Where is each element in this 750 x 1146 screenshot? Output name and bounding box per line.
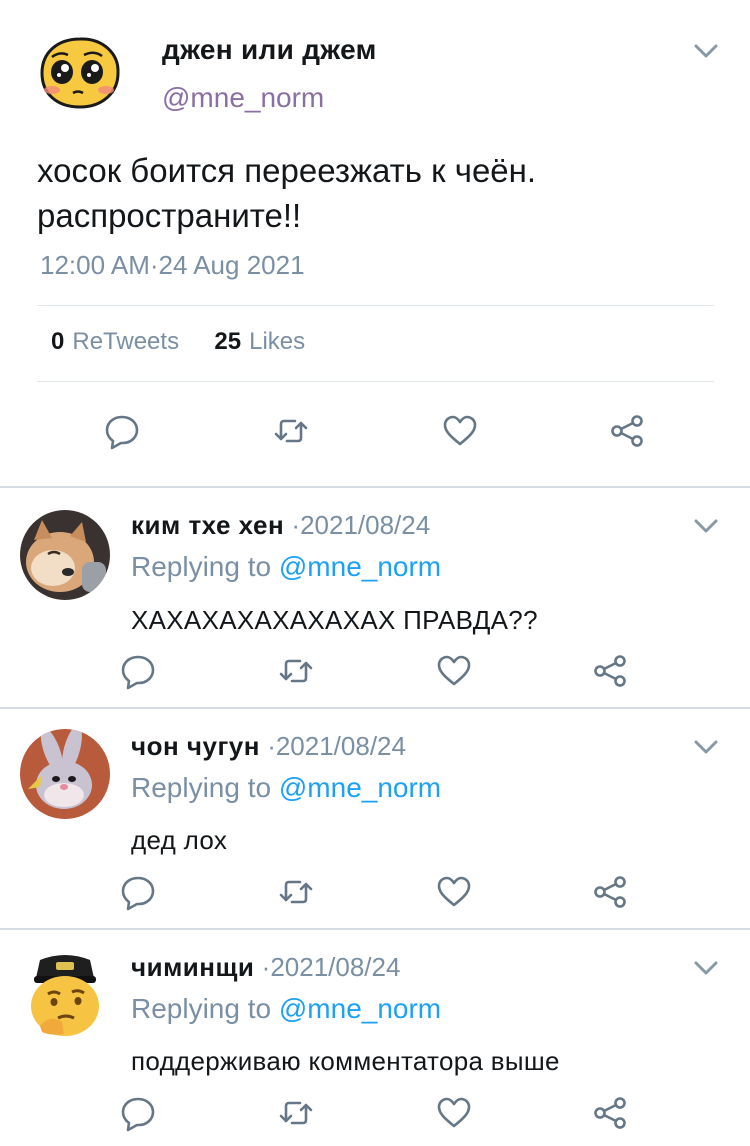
author-name[interactable]: джен или джем xyxy=(162,34,377,66)
tweet-timestamp[interactable]: 12:00 AM·24 Aug 2021 xyxy=(40,250,305,281)
chevron-down-icon[interactable] xyxy=(692,515,720,537)
reply-actions xyxy=(0,1093,750,1133)
share-icon[interactable] xyxy=(590,651,630,691)
reply-avatar[interactable] xyxy=(20,948,110,1038)
chevron-down-icon[interactable] xyxy=(692,957,720,979)
reply-actions xyxy=(0,651,750,691)
reply-author-name[interactable]: чон чугун xyxy=(131,731,260,761)
reply-header: чон чугун ·2021/08/24 xyxy=(131,731,406,762)
likes-label: Likes xyxy=(249,328,306,355)
retweet-icon[interactable] xyxy=(276,872,316,912)
reply-avatar[interactable] xyxy=(20,510,110,600)
reply-header: ким тхе хен ·2021/08/24 xyxy=(131,510,430,541)
retweets-count: 0 xyxy=(51,328,65,355)
reply-author-name[interactable]: ким тхе хен xyxy=(131,510,284,540)
replying-prefix: Replying to xyxy=(131,551,272,582)
replying-prefix: Replying to xyxy=(131,772,272,803)
main-tweet: джен или джем @mne_norm хосок боится пер… xyxy=(0,0,750,487)
chevron-down-icon[interactable] xyxy=(692,736,720,758)
retweets-stat[interactable]: 0 ReTweets xyxy=(51,328,179,355)
reply-item[interactable]: чон чугун ·2021/08/24 Replying to @mne_n… xyxy=(0,709,750,928)
reply-mention[interactable]: @mne_norm xyxy=(279,551,441,582)
heart-icon[interactable] xyxy=(440,411,480,451)
likes-count: 25 xyxy=(214,328,242,355)
reply-date[interactable]: ·2021/08/24 xyxy=(291,510,430,540)
replying-to: Replying to @mne_norm xyxy=(131,772,441,804)
author-handle[interactable]: @mne_norm xyxy=(162,82,324,114)
reply-icon[interactable] xyxy=(118,1093,158,1133)
heart-icon[interactable] xyxy=(434,872,474,912)
retweet-icon[interactable] xyxy=(276,1093,316,1133)
reply-mention[interactable]: @mne_norm xyxy=(279,772,441,803)
retweet-icon[interactable] xyxy=(276,651,316,691)
reply-mention[interactable]: @mne_norm xyxy=(279,993,441,1024)
share-icon[interactable] xyxy=(607,411,647,451)
author-avatar[interactable] xyxy=(38,35,122,110)
reply-icon[interactable] xyxy=(118,651,158,691)
heart-icon[interactable] xyxy=(434,651,474,691)
tweet-text: хосок боится переезжать к чеён. распрост… xyxy=(37,152,537,234)
reply-author-name[interactable]: чиминщи xyxy=(131,952,254,982)
reply-item[interactable]: ким тхе хен ·2021/08/24 Replying to @mne… xyxy=(0,488,750,707)
reply-date[interactable]: ·2021/08/24 xyxy=(267,731,406,761)
reply-text: поддерживаю комментатора выше xyxy=(131,1046,560,1076)
heart-icon[interactable] xyxy=(434,1093,474,1133)
retweets-label: ReTweets xyxy=(72,328,180,355)
share-icon[interactable] xyxy=(590,872,630,912)
reply-text: ХАХАХАХАХАХАХАХ ПРАВДА?? xyxy=(131,605,538,635)
reply-icon[interactable] xyxy=(118,872,158,912)
reply-date[interactable]: ·2021/08/24 xyxy=(262,952,401,982)
tweet-actions xyxy=(0,411,750,451)
reply-header: чиминщи ·2021/08/24 xyxy=(131,952,400,983)
retweet-icon[interactable] xyxy=(271,411,311,451)
tweet-stats: 0 ReTweets 25 Likes xyxy=(51,328,305,356)
reply-actions xyxy=(0,872,750,912)
divider xyxy=(37,305,714,306)
replying-to: Replying to @mne_norm xyxy=(131,993,441,1025)
share-icon[interactable] xyxy=(590,1093,630,1133)
divider xyxy=(37,381,714,382)
likes-stat[interactable]: 25 Likes xyxy=(214,328,305,355)
reply-item[interactable]: чиминщи ·2021/08/24 Replying to @mne_nor… xyxy=(0,930,750,1146)
reply-text: дед лох xyxy=(131,825,228,855)
reply-icon[interactable] xyxy=(102,411,142,451)
replying-prefix: Replying to xyxy=(131,993,272,1024)
chevron-down-icon[interactable] xyxy=(692,40,720,62)
reply-avatar[interactable] xyxy=(20,729,110,819)
replying-to: Replying to @mne_norm xyxy=(131,551,441,583)
